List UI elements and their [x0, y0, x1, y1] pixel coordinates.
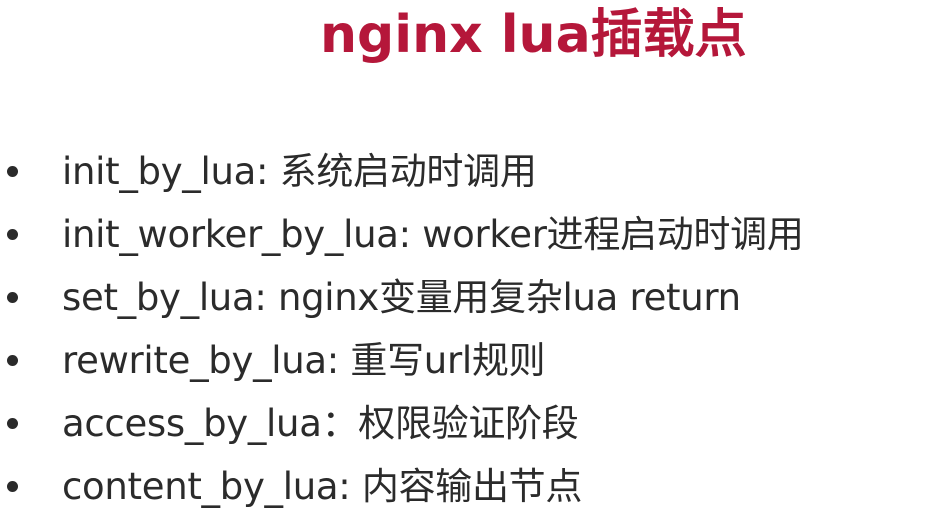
bullet-dot-icon [7, 481, 18, 492]
bullet-dot-icon [7, 292, 18, 303]
slide-title: nginx lua插载点 [320, 5, 747, 65]
bullet-dot-icon [7, 229, 18, 240]
slide: nginx lua插载点 init_by_lua: 系统启动时调用 init_w… [0, 0, 939, 512]
bullet-text: rewrite_by_lua: 重写url规则 [62, 339, 546, 382]
bullet-dot-icon [7, 418, 18, 429]
bullet-text: init_worker_by_lua: worker进程启动时调用 [62, 213, 804, 256]
bullet-text: content_by_lua: 内容输出节点 [62, 465, 583, 508]
bullet-text: access_by_lua：权限验证阶段 [62, 402, 579, 445]
bullet-text: set_by_lua: nginx变量用复杂lua return [62, 276, 741, 319]
bullet-text: init_by_lua: 系统启动时调用 [62, 150, 537, 193]
bullet-dot-icon [7, 166, 18, 177]
bullet-dot-icon [7, 355, 18, 366]
